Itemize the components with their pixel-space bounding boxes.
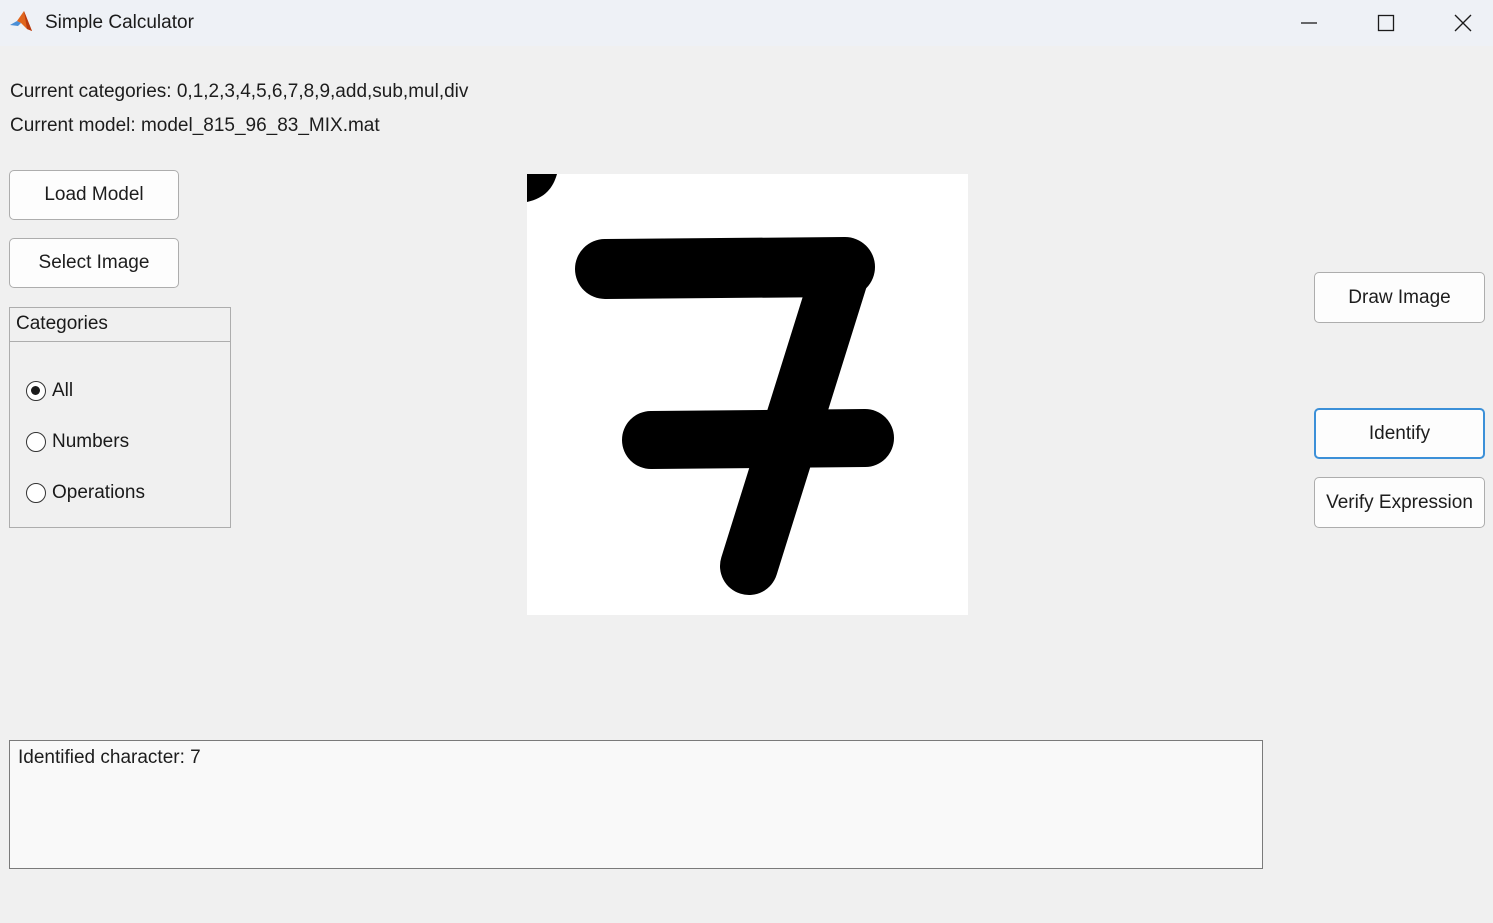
radio-label: All xyxy=(52,380,74,401)
load-model-button[interactable]: Load Model xyxy=(9,170,179,220)
identify-button[interactable]: Identify xyxy=(1314,408,1485,459)
output-text-area[interactable]: Identified character: 7 xyxy=(9,740,1263,869)
matlab-app-icon xyxy=(8,9,34,35)
close-icon xyxy=(1454,14,1472,32)
radio-label: Numbers xyxy=(52,431,130,452)
title-bar: Simple Calculator xyxy=(0,0,1493,46)
radio-button[interactable] xyxy=(26,483,46,503)
categories-panel: Categories All Numbers Operations xyxy=(9,307,231,528)
radio-numbers[interactable]: Numbers xyxy=(26,428,129,456)
current-model-label: Current model: model_815_96_83_MIX.mat xyxy=(10,115,380,136)
window-title: Simple Calculator xyxy=(45,12,194,33)
close-button[interactable] xyxy=(1425,0,1493,46)
handwritten-character-image xyxy=(527,174,894,595)
maximize-button[interactable] xyxy=(1348,0,1424,46)
categories-panel-title: Categories xyxy=(10,308,230,342)
radio-label: Operations xyxy=(52,482,145,503)
image-display xyxy=(527,174,968,615)
radio-button[interactable] xyxy=(26,432,46,452)
output-text: Identified character: 7 xyxy=(18,747,201,768)
maximize-icon xyxy=(1377,14,1395,32)
current-categories-label: Current categories: 0,1,2,3,4,5,6,7,8,9,… xyxy=(10,81,469,102)
draw-image-button[interactable]: Draw Image xyxy=(1314,272,1485,323)
verify-expression-button[interactable]: Verify Expression xyxy=(1314,477,1485,528)
minimize-icon xyxy=(1301,22,1317,24)
radio-button[interactable] xyxy=(26,381,46,401)
radio-all[interactable]: All xyxy=(26,377,73,405)
select-image-button[interactable]: Select Image xyxy=(9,238,179,288)
radio-operations[interactable]: Operations xyxy=(26,479,145,507)
minimize-button[interactable] xyxy=(1271,0,1347,46)
